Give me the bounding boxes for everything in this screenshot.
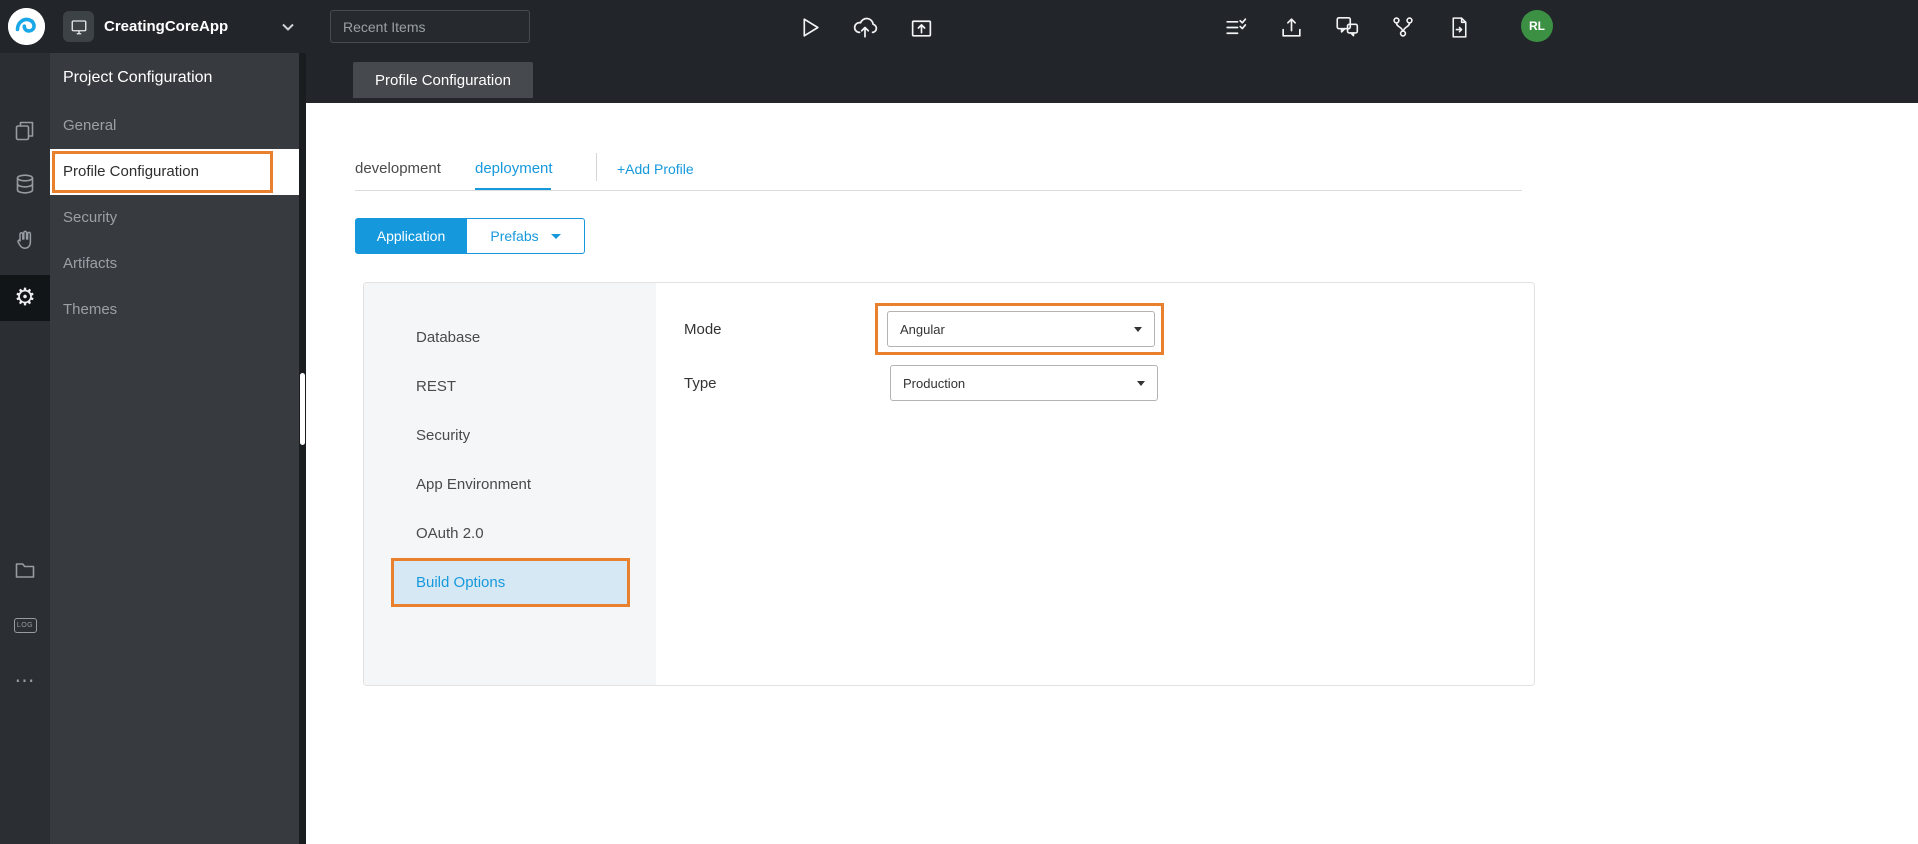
tab-profile-configuration[interactable]: Profile Configuration [353,62,533,98]
subnav-item-security[interactable]: Security [364,411,656,460]
folder-icon [14,559,36,581]
subnav-item-rest[interactable]: REST [364,362,656,411]
hand-icon [14,229,36,251]
publish-button[interactable] [1276,12,1306,42]
sidebar-item-general[interactable]: General [50,103,299,149]
wavemaker-logo[interactable] [8,8,45,45]
task-queue-button[interactable] [1220,12,1250,42]
annotation-mode-select: Angular [875,303,1164,355]
chevron-down-icon[interactable] [282,23,294,31]
add-profile-button[interactable]: +Add Profile [617,161,694,177]
rail-item-database[interactable] [0,169,50,199]
database-icon [14,173,36,195]
rail-item-files[interactable] [0,555,50,585]
export-window-icon [909,15,934,40]
subnav-item-build-options[interactable]: Build Options [394,561,627,604]
type-label: Type [684,375,717,392]
sidebar-title: Project Configuration [63,69,213,86]
file-export-icon [1447,15,1472,40]
version-control-button[interactable] [1388,12,1418,42]
type-select-value: Production [903,375,966,391]
checklist-icon [1223,15,1248,40]
play-icon [797,15,822,40]
subnav-item-database[interactable]: Database [364,313,656,362]
tab-deployment[interactable]: deployment [475,160,553,177]
subnav-item-app-environment[interactable]: App Environment [364,460,656,509]
sidebar-item-security[interactable]: Security [50,195,299,241]
rail-item-more[interactable]: ⋯ [0,666,50,696]
profile-panel: Database REST Security App Environment O… [363,282,1535,686]
left-rail: ⚙ LOG ⋯ [0,53,50,844]
sidebar-item-profile-configuration[interactable]: Profile Configuration [50,149,299,195]
chevron-down-icon [550,233,561,239]
topbar: CreatingCoreApp Recent Items RL [0,0,1918,53]
subnav-item-oauth[interactable]: OAuth 2.0 [364,509,656,558]
project-name[interactable]: CreatingCoreApp [104,0,228,53]
chevron-down-icon [1134,326,1142,332]
branch-icon [1390,14,1416,40]
settings-sidebar: Project Configuration General Profile Co… [50,53,299,844]
annotation-build-options: Build Options [391,558,630,607]
main-area: Profile Configuration development deploy… [306,53,1918,844]
sidebar-scroll-thumb[interactable] [300,373,305,445]
chevron-down-icon [1137,380,1145,386]
application-button[interactable]: Application [355,218,467,254]
translate-chat-icon [1334,14,1360,40]
sidebar-scroll-track [299,53,306,844]
rail-item-pages[interactable] [0,116,50,146]
recent-items-input[interactable] [330,10,530,43]
gear-icon: ⚙ [14,284,36,311]
user-avatar[interactable]: RL [1521,10,1553,42]
cloud-upload-icon [852,14,878,40]
rail-item-settings[interactable]: ⚙ [0,275,50,321]
mode-select[interactable]: Angular [887,311,1155,347]
tabs-rule [355,190,1522,191]
run-button[interactable] [794,12,824,42]
logo-swirl-icon [8,8,45,45]
localization-button[interactable] [1332,12,1362,42]
upload-tray-icon [1279,15,1304,40]
main-tabstrip: Profile Configuration [306,53,1918,103]
app-root: CreatingCoreApp Recent Items RL ⚙ LOG ⋯ … [0,0,1918,844]
mode-select-value: Angular [900,321,945,337]
rail-item-widgets[interactable] [0,225,50,255]
ellipsis-icon: ⋯ [14,670,36,692]
export-project-button[interactable] [1444,12,1474,42]
rail-item-logs[interactable]: LOG [0,610,50,640]
deploy-button[interactable] [850,12,880,42]
tab-development[interactable]: development [355,160,441,177]
sidebar-item-artifacts[interactable]: Artifacts [50,241,299,287]
project-avatar[interactable] [63,11,94,42]
scope-toggle: Application Prefabs [355,218,585,254]
monitor-icon [70,18,88,36]
mode-label: Mode [684,321,722,338]
prefabs-button[interactable]: Prefabs [467,218,585,254]
log-icon: LOG [13,617,37,633]
type-select[interactable]: Production [890,365,1158,401]
preview-button[interactable] [906,12,936,42]
sidebar-item-themes[interactable]: Themes [50,287,299,333]
tabs-divider [596,153,597,181]
main-content: development deployment +Add Profile Appl… [306,103,1918,844]
pages-icon [14,120,36,142]
panel-subnav: Database REST Security App Environment O… [364,283,656,685]
